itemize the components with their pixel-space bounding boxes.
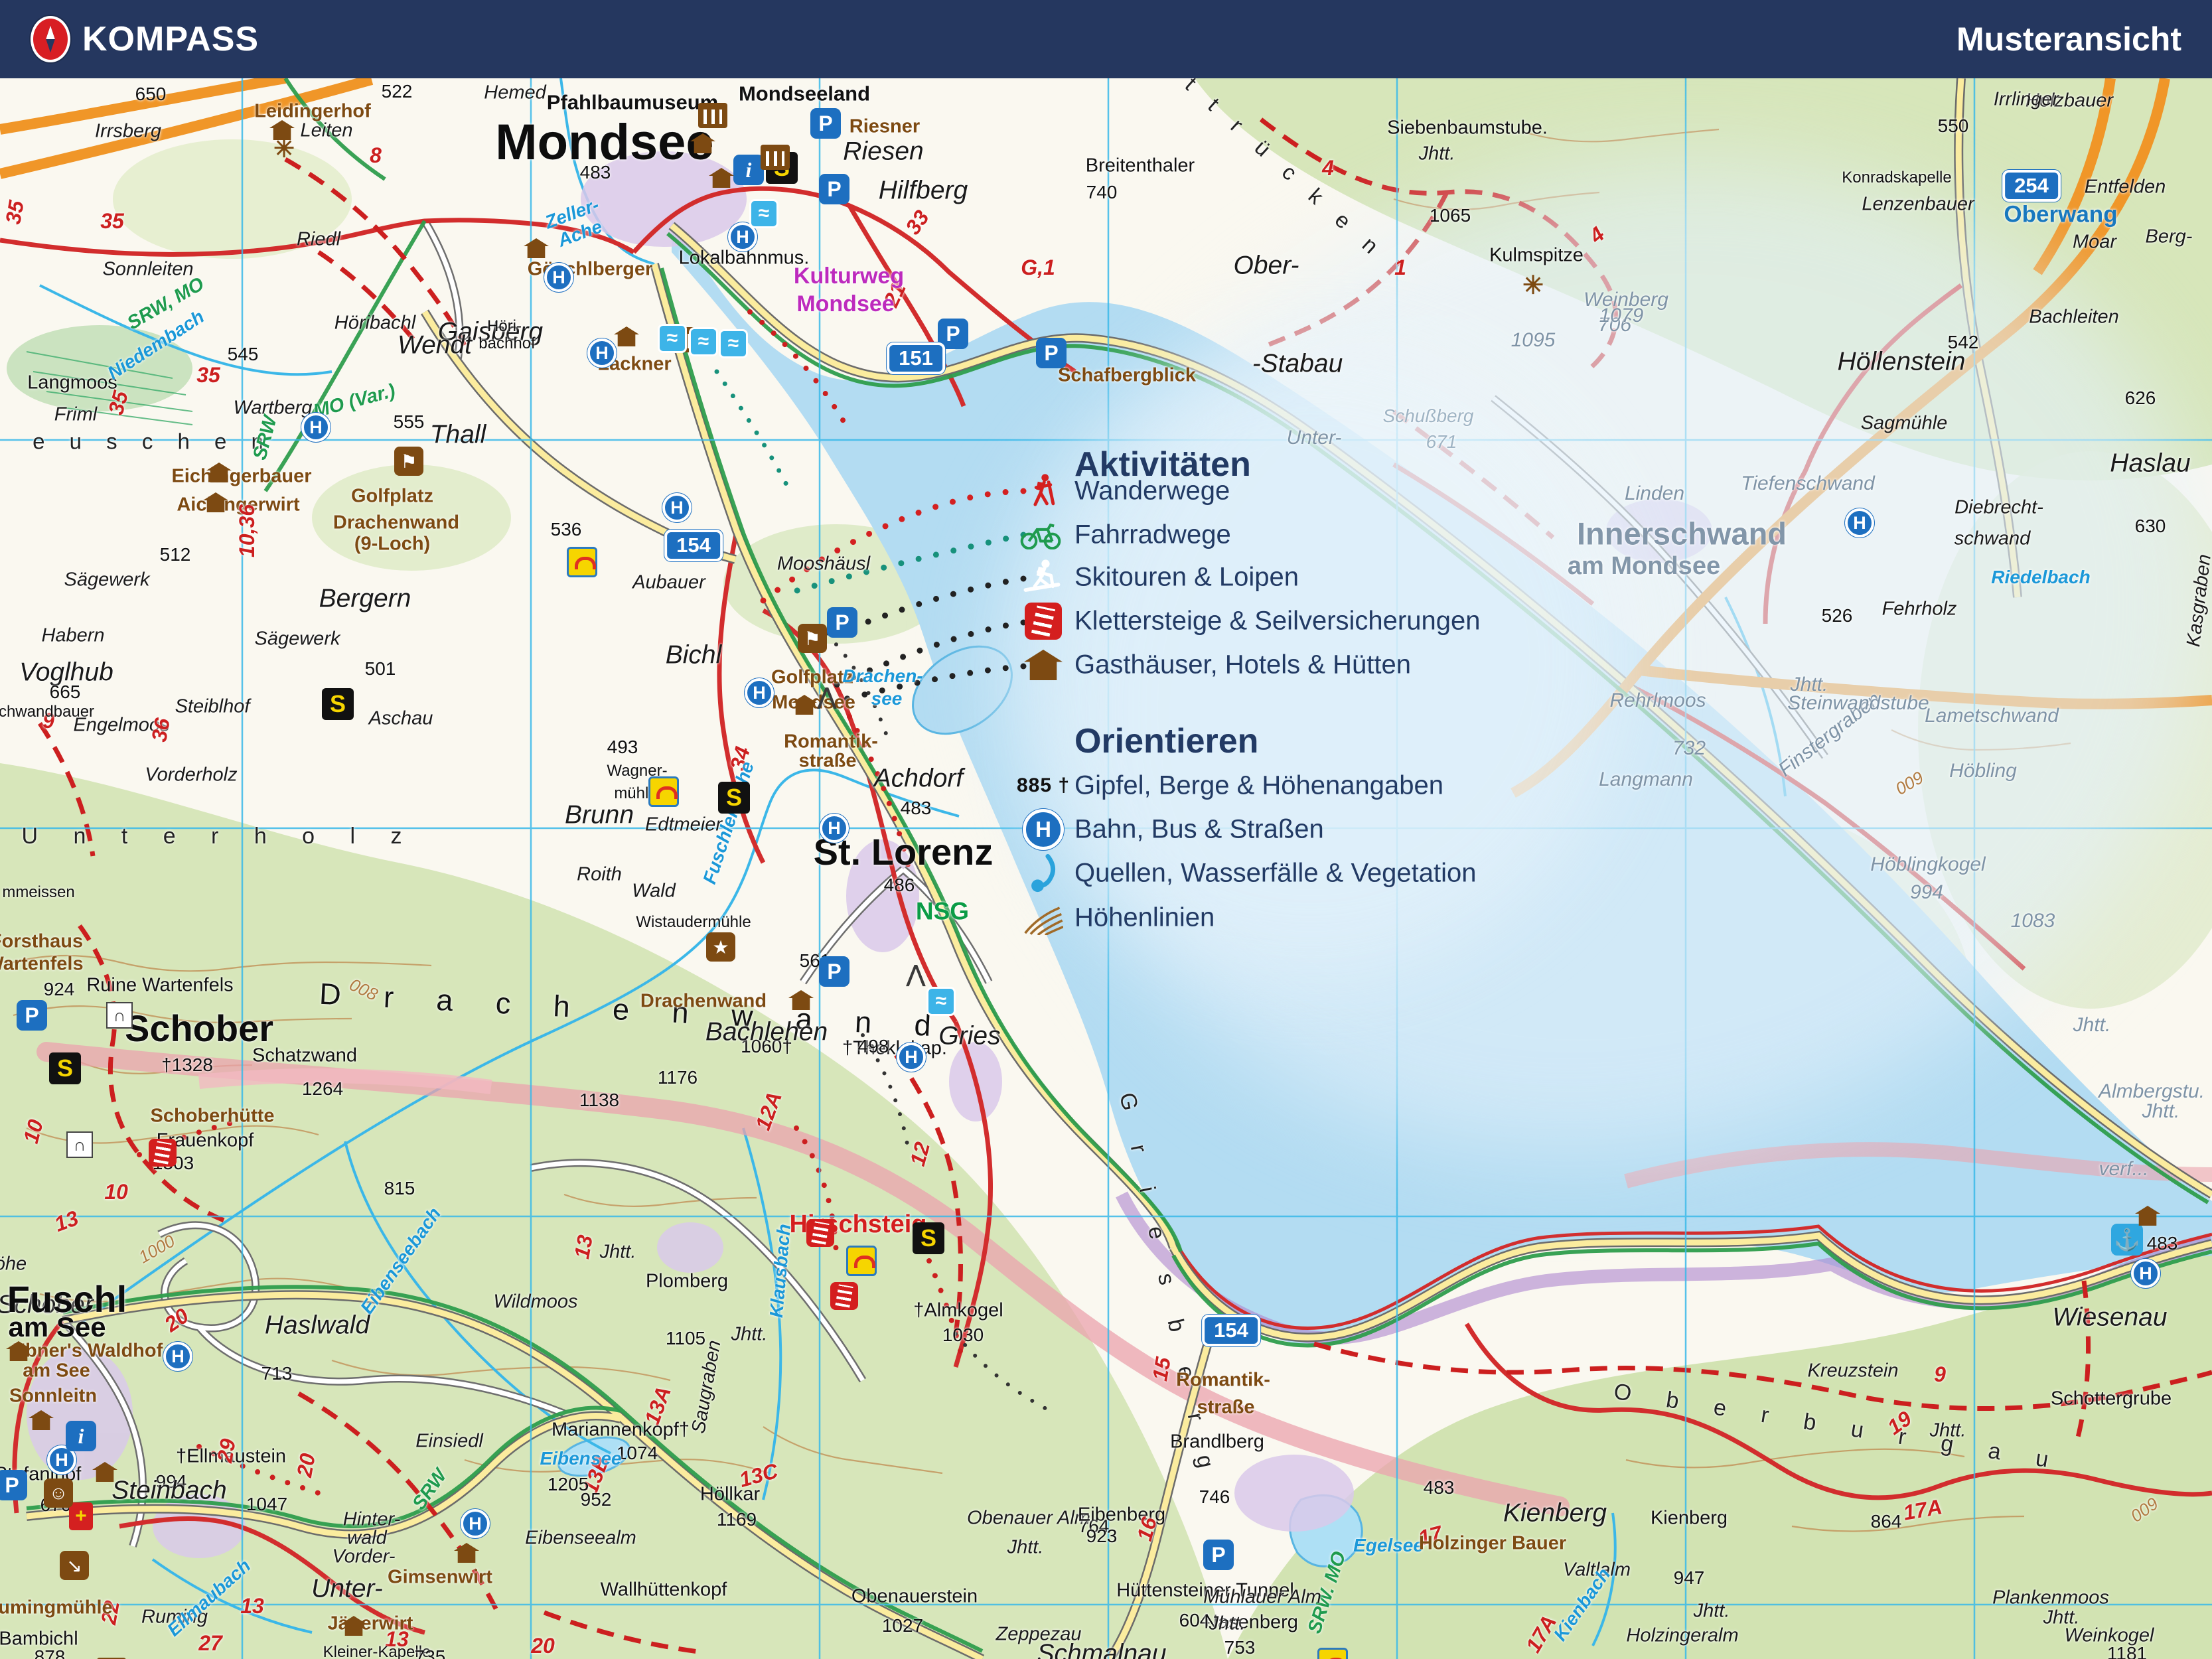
page-title: Musteransicht	[1956, 21, 2181, 58]
map-screenshot: Hemed 650 Irrsberg Leidingerhof Leiten 522 Pfa…	[0, 0, 2212, 1659]
brand: KOMPASS	[31, 16, 259, 62]
brand-name: KOMPASS	[82, 20, 259, 58]
legend-leader-lines	[760, 488, 1027, 705]
kompass-logo-icon	[31, 16, 70, 62]
header-bar: KOMPASS Musteransicht	[0, 0, 2212, 78]
